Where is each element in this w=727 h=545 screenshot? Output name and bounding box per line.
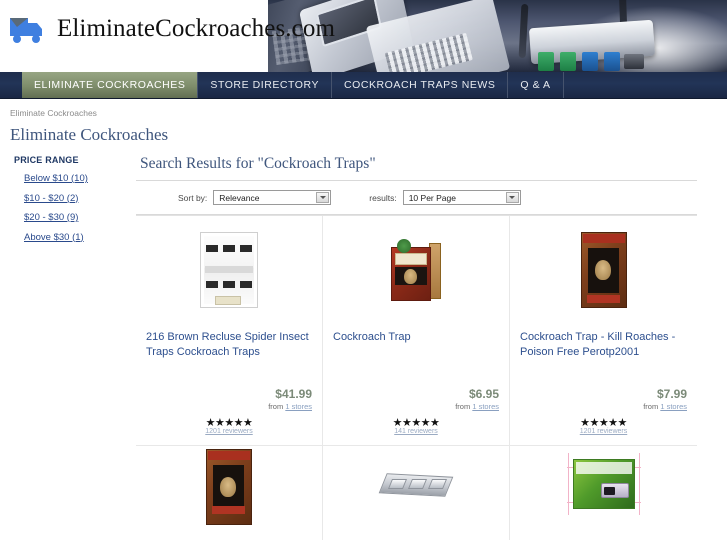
page-title: Eliminate Cockroaches [10, 125, 169, 144]
list-item: $10 - $20 (2) [24, 188, 136, 206]
nav-label: ELIMINATE COCKROACHES [34, 79, 186, 91]
product-image[interactable] [520, 224, 687, 316]
product-price: $41.99 [275, 387, 312, 401]
breadcrumb[interactable]: Eliminate Cockroaches [0, 99, 727, 118]
stores-link[interactable]: 1 stores [472, 402, 499, 411]
glue-trap-sheet-package-icon [200, 232, 258, 308]
sidebar: PRICE RANGE Below $10 (10) $10 - $20 (2)… [0, 155, 136, 540]
chevron-down-icon[interactable] [316, 192, 330, 203]
site-logo[interactable]: EliminateCockroaches.com [8, 14, 335, 44]
stores-link[interactable]: 1 stores [660, 402, 687, 411]
product-price-block: $7.99 from 1 stores [520, 387, 687, 411]
product-card[interactable] [136, 445, 323, 540]
product-price: $7.99 [656, 387, 687, 401]
stores-link[interactable]: 1 stores [285, 402, 312, 411]
site-header: EliminateCockroaches.com [0, 0, 727, 72]
results-controls: Sort by: Relevance results: 10 Per Page [136, 181, 697, 214]
product-image[interactable] [146, 224, 312, 316]
product-card[interactable]: 216 Brown Recluse Spider Insect Traps Co… [136, 216, 323, 445]
product-title[interactable]: 216 Brown Recluse Spider Insect Traps Co… [146, 330, 312, 375]
product-image[interactable] [146, 449, 312, 525]
sort-by-select[interactable]: Relevance [213, 190, 332, 205]
product-price-block: $41.99 from 1 stores [146, 387, 312, 411]
chevron-down-icon[interactable] [505, 192, 519, 203]
list-item: Below $10 (10) [24, 168, 136, 186]
metal-bait-station-tray-icon [378, 471, 454, 497]
product-title[interactable]: Cockroach Trap [333, 330, 499, 375]
reviews-link[interactable]: 141 reviewers [333, 428, 499, 435]
from-text: from [268, 402, 284, 411]
product-card[interactable]: Cockroach Trap $6.95 from 1 stores ★★★★★… [323, 216, 510, 445]
product-stores-line: from 1 stores [520, 402, 687, 411]
product-card[interactable] [510, 445, 697, 540]
red-cockroach-trap-box-icon [391, 239, 441, 301]
filter-above-30[interactable]: Above $30 (1) [24, 232, 84, 243]
product-price: $6.95 [468, 387, 499, 401]
body-wrapper: PRICE RANGE Below $10 (10) $10 - $20 (2)… [0, 145, 727, 540]
nav-item-q-and-a[interactable]: Q & A [508, 72, 564, 98]
product-image[interactable] [520, 453, 687, 515]
filter-below-10[interactable]: Below $10 (10) [24, 173, 88, 184]
reviews-link[interactable]: 1201 reviewers [520, 428, 687, 435]
delivery-truck-icon [10, 18, 42, 43]
product-grid: 216 Brown Recluse Spider Insect Traps Co… [136, 215, 697, 540]
sort-by-label: Sort by: [178, 192, 208, 203]
results-per-page-select[interactable]: 10 Per Page [402, 190, 521, 205]
product-card[interactable] [323, 445, 510, 540]
list-item: Above $30 (1) [24, 227, 136, 245]
price-range-heading: PRICE RANGE [14, 155, 79, 165]
results-per-page-label: results: [369, 192, 397, 203]
site-logo-text: EliminateCockroaches.com [57, 15, 335, 42]
nav-item-store-directory[interactable]: STORE DIRECTORY [198, 72, 332, 98]
search-results-content: Search Results for "Cockroach Traps" Sor… [136, 155, 727, 540]
from-text: from [455, 402, 471, 411]
list-item: $20 - $30 (9) [24, 207, 136, 225]
from-text: from [643, 402, 659, 411]
product-title[interactable]: Cockroach Trap - Kill Roaches - Poison F… [520, 330, 687, 375]
reviews-link[interactable]: 1201 reviewers [146, 428, 312, 435]
nav-label: Q & A [520, 79, 551, 91]
header-banner-image [268, 0, 727, 72]
nav-item-eliminate-cockroaches[interactable]: ELIMINATE COCKROACHES [22, 72, 199, 98]
nav-item-cockroach-traps-news[interactable]: COCKROACH TRAPS NEWS [332, 72, 509, 98]
filter-20-to-30[interactable]: $20 - $30 (9) [24, 212, 78, 223]
results-per-page-value: 10 Per Page [408, 192, 456, 203]
green-4pc-cockroach-traps-box-icon [566, 453, 641, 515]
nav-label: STORE DIRECTORY [210, 79, 319, 91]
brown-cockroach-trap-box-2-icon [206, 449, 252, 525]
breadcrumb-text: Eliminate Cockroaches [10, 108, 97, 118]
nav-filler [564, 72, 727, 98]
brown-cockroach-trap-box-icon [580, 232, 627, 308]
product-card[interactable]: Cockroach Trap - Kill Roaches - Poison F… [510, 216, 697, 445]
product-price-block: $6.95 from 1 stores [333, 387, 499, 411]
product-stores-line: from 1 stores [333, 402, 499, 411]
price-range-filter-list: Below $10 (10) $10 - $20 (2) $20 - $30 (… [14, 168, 136, 245]
search-results-title: Search Results for "Cockroach Traps" [140, 155, 376, 172]
main-navigation: ELIMINATE COCKROACHES STORE DIRECTORY CO… [0, 72, 727, 99]
product-image[interactable] [333, 454, 499, 514]
product-image[interactable] [333, 224, 499, 316]
nav-label: COCKROACH TRAPS NEWS [344, 79, 496, 91]
sort-by-value: Relevance [219, 192, 260, 203]
product-stores-line: from 1 stores [146, 402, 312, 411]
filter-10-to-20[interactable]: $10 - $20 (2) [24, 193, 78, 204]
page-root: EliminateCockroaches.com ELIMINATE COCKR… [0, 0, 727, 545]
